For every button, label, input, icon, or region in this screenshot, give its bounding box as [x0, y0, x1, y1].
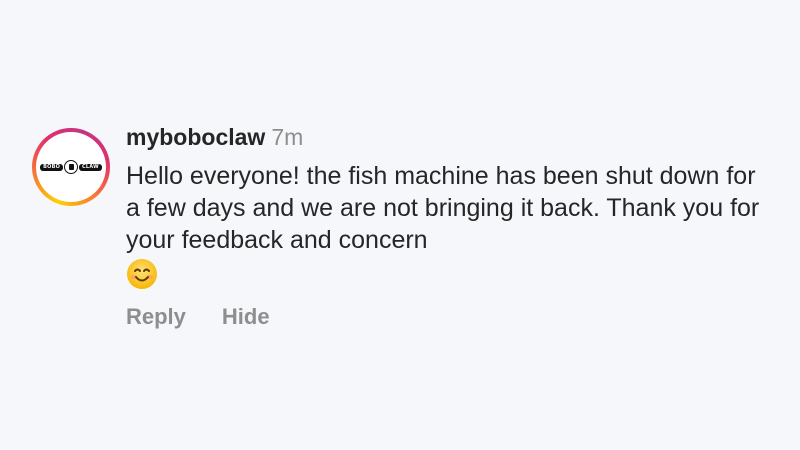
avatar-inner: BOBO CLAW: [36, 132, 106, 202]
avatar[interactable]: BOBO CLAW: [32, 128, 110, 206]
comment-actions: Reply Hide: [126, 304, 776, 330]
comment-header: myboboclaw 7m: [126, 122, 776, 152]
bobo-claw-logo-icon: BOBO CLAW: [40, 160, 102, 174]
logo-text-right: CLAW: [79, 163, 102, 171]
reply-button[interactable]: Reply: [126, 304, 186, 330]
comment-text: Hello everyone! the fish machine has bee…: [126, 162, 760, 254]
timestamp: 7m: [271, 124, 304, 150]
username[interactable]: myboboclaw: [126, 124, 265, 150]
logo-emblem: [64, 160, 79, 174]
hide-button[interactable]: Hide: [222, 304, 270, 330]
comment-body: myboboclaw 7m Hello everyone! the fish ma…: [126, 122, 776, 330]
logo-text-left: BOBO: [40, 163, 64, 171]
smiling-face-emoji-icon: [126, 258, 158, 290]
